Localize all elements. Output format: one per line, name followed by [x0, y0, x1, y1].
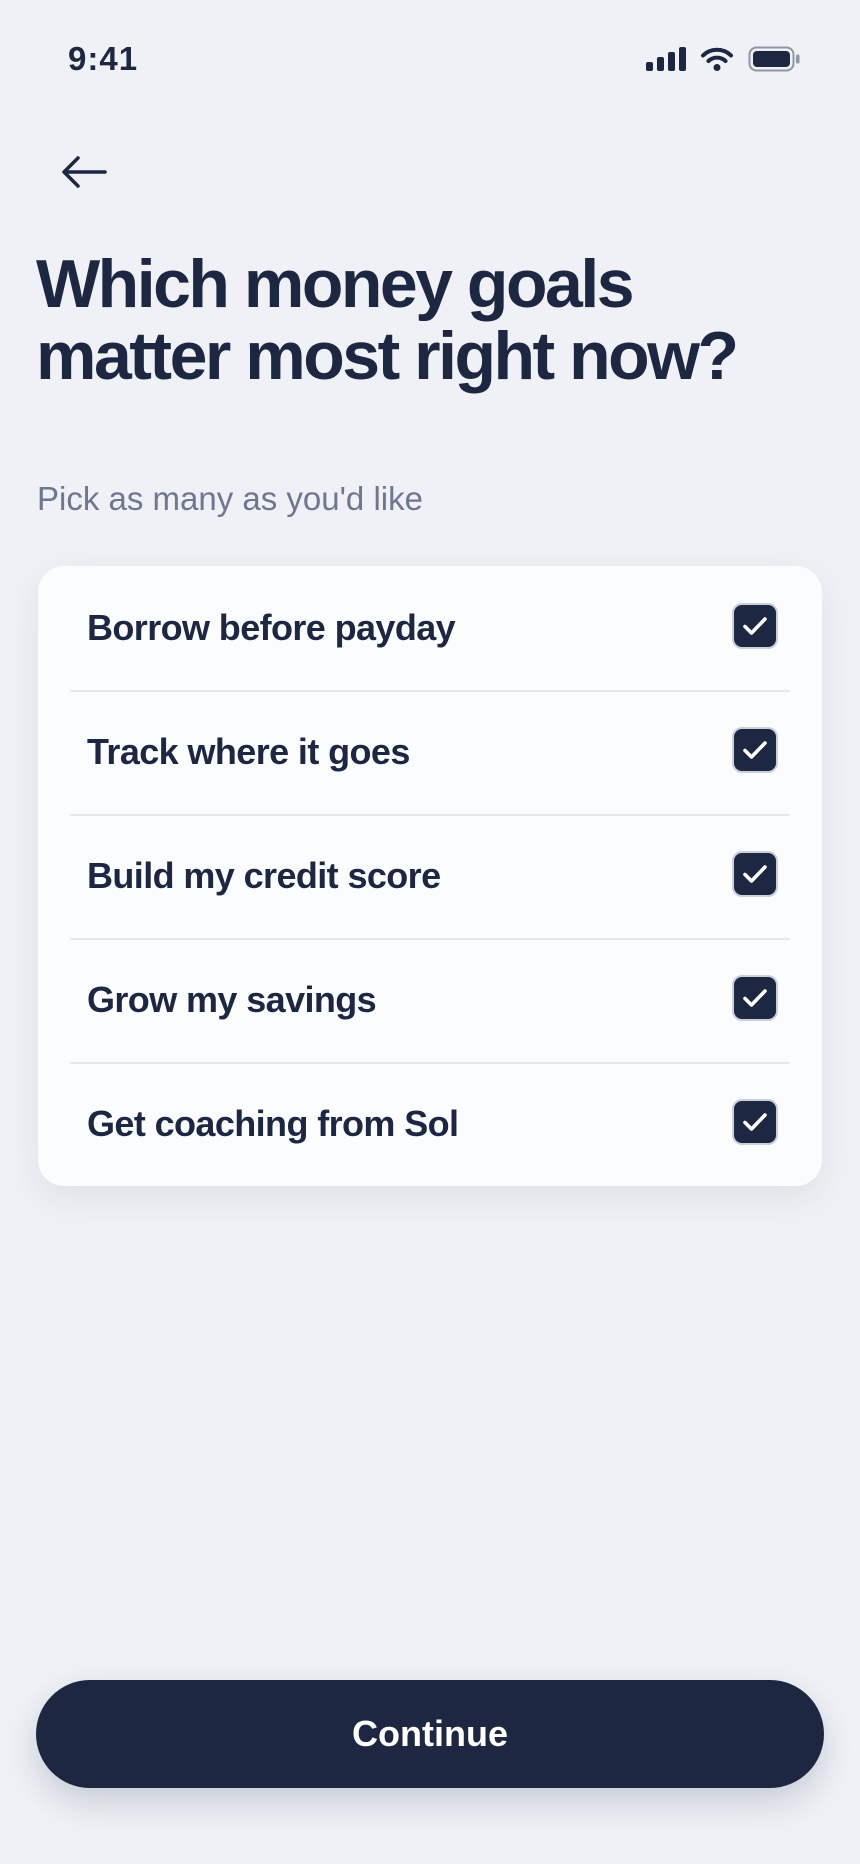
- wifi-icon: [701, 47, 733, 71]
- continue-button[interactable]: Continue: [36, 1680, 824, 1788]
- page-title: Which money goals matter most right now?: [36, 246, 739, 394]
- goal-option-label: Get coaching from Sol: [87, 1103, 459, 1144]
- goal-option-label: Build my credit score: [87, 855, 441, 896]
- checkmark-icon: [743, 1113, 767, 1131]
- goal-option-label: Track where it goes: [87, 731, 410, 772]
- cellular-signal-icon: [646, 47, 686, 71]
- goal-checkbox[interactable]: [734, 977, 776, 1019]
- checkmark-icon: [743, 617, 767, 635]
- checkmark-icon: [743, 989, 767, 1007]
- goal-checkbox[interactable]: [734, 1101, 776, 1143]
- goal-option[interactable]: Grow my savings: [38, 938, 822, 1062]
- status-icons: [646, 46, 800, 72]
- goals-list: Borrow before payday Track where it goes B…: [38, 566, 822, 1186]
- back-button[interactable]: [44, 132, 124, 212]
- goal-option[interactable]: Get coaching from Sol: [38, 1062, 822, 1186]
- goal-checkbox[interactable]: [734, 605, 776, 647]
- battery-icon: [748, 46, 800, 72]
- checkmark-icon: [743, 865, 767, 883]
- arrow-left-icon: [62, 156, 107, 188]
- goal-option[interactable]: Build my credit score: [38, 814, 822, 938]
- goal-option[interactable]: Borrow before payday: [38, 566, 822, 690]
- goal-option[interactable]: Track where it goes: [38, 690, 822, 814]
- goal-option-label: Borrow before payday: [87, 607, 456, 648]
- page-subtitle: Pick as many as you'd like: [37, 480, 423, 517]
- status-bar: 9:41: [0, 0, 860, 120]
- goal-checkbox[interactable]: [734, 853, 776, 895]
- goal-option-label: Grow my savings: [87, 979, 377, 1020]
- status-time: 9:41: [68, 40, 139, 77]
- checkmark-icon: [743, 741, 767, 759]
- goal-checkbox[interactable]: [734, 729, 776, 771]
